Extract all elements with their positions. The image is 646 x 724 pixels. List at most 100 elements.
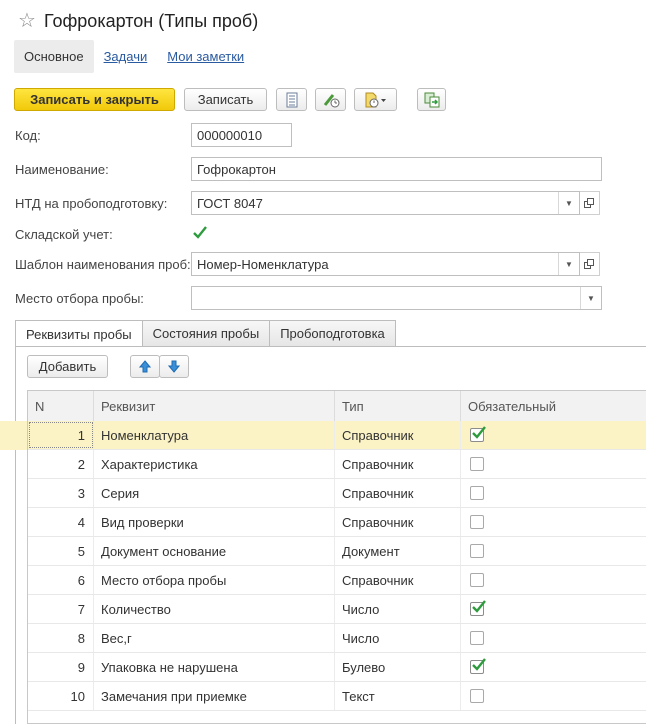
cell-n: 4: [28, 508, 94, 536]
detail-tabs: Реквизиты пробы Состояния пробы Пробопод…: [15, 320, 396, 347]
table-row[interactable]: 10 Замечания при приемке Текст: [28, 682, 646, 711]
required-checkbox[interactable]: [470, 689, 484, 703]
code-value: 000000010: [197, 127, 263, 143]
create-based-on-icon: [424, 92, 439, 107]
col-n[interactable]: N: [28, 391, 94, 421]
name-field[interactable]: Гофрокартон: [191, 157, 602, 181]
table-row[interactable]: 3 Серия Справочник: [28, 479, 646, 508]
page-title: Гофрокартон (Типы проб): [43, 10, 259, 31]
focused-cell-frame: [29, 422, 93, 448]
required-checkbox[interactable]: [470, 600, 486, 616]
ntd-value: ГОСТ 8047: [197, 195, 263, 211]
cell-requisite: Номенклатура: [94, 421, 335, 449]
tab-divider: [15, 346, 646, 347]
report-menu-button[interactable]: [354, 88, 397, 111]
selected-row-marker: [0, 421, 27, 450]
star-icon[interactable]: ☆: [18, 11, 36, 31]
open-icon: [584, 258, 594, 269]
name-label: Наименование:: [15, 162, 109, 177]
cell-n: 2: [28, 450, 94, 478]
open-icon: [584, 197, 594, 208]
checkmark-icon: [472, 600, 486, 613]
chevron-down-icon[interactable]: ▼: [558, 253, 579, 275]
ntd-label: НТД на пробоподготовку:: [15, 196, 168, 211]
cell-requisite: Вид проверки: [94, 508, 335, 536]
cell-type: Документ: [335, 537, 461, 565]
section-tabs: Основное Задачи Мои заметки: [14, 40, 254, 73]
table-row[interactable]: 2 Характеристика Справочник: [28, 450, 646, 479]
cell-requisite: Упаковка не нарушена: [94, 653, 335, 681]
template-label: Шаблон наименования проб:: [15, 257, 191, 272]
table-row[interactable]: 4 Вид проверки Справочник: [28, 508, 646, 537]
required-checkbox[interactable]: [470, 658, 486, 674]
tab-tasks[interactable]: Задачи: [94, 40, 158, 73]
table-row[interactable]: 8 Вес,г Число: [28, 624, 646, 653]
cell-type: Справочник: [335, 566, 461, 594]
checkmark-icon: [472, 658, 486, 671]
cell-type: Справочник: [335, 450, 461, 478]
cell-requisite: Место отбора пробы: [94, 566, 335, 594]
required-checkbox[interactable]: [470, 631, 484, 645]
cell-requisite: Серия: [94, 479, 335, 507]
arrow-up-icon: [139, 360, 151, 373]
required-checkbox[interactable]: [470, 486, 484, 500]
tab-states[interactable]: Состояния пробы: [141, 320, 271, 346]
col-type[interactable]: Тип: [335, 391, 461, 421]
code-field[interactable]: 000000010: [191, 123, 292, 147]
cell-requisite: Документ основание: [94, 537, 335, 565]
save-button[interactable]: Записать: [184, 88, 267, 111]
chevron-down-icon[interactable]: ▼: [558, 192, 579, 214]
add-button[interactable]: Добавить: [27, 355, 108, 378]
save-and-close-button[interactable]: Записать и закрыть: [14, 88, 175, 111]
edit-button[interactable]: [315, 88, 346, 111]
ntd-open-button[interactable]: [580, 191, 600, 215]
ntd-field[interactable]: ГОСТ 8047 ▼: [191, 191, 580, 215]
col-requisite[interactable]: Реквизит: [94, 391, 335, 421]
table-row[interactable]: 5 Документ основание Документ: [28, 537, 646, 566]
cell-type: Справочник: [335, 421, 461, 449]
table-row[interactable]: 9 Упаковка не нарушена Булево: [28, 653, 646, 682]
cell-requisite: Вес,г: [94, 624, 335, 652]
place-field[interactable]: ▼: [191, 286, 602, 310]
table-row[interactable]: 6 Место отбора пробы Справочник: [28, 566, 646, 595]
chevron-down-icon[interactable]: ▼: [580, 287, 601, 309]
required-checkbox[interactable]: [470, 457, 484, 471]
cell-n: 8: [28, 624, 94, 652]
cell-n: 7: [28, 595, 94, 623]
cell-type: Число: [335, 624, 461, 652]
stock-label: Складской учет:: [15, 227, 113, 242]
move-up-button[interactable]: [130, 355, 160, 378]
checkmark-icon: [472, 426, 486, 439]
table-row[interactable]: 7 Количество Число: [28, 595, 646, 624]
cell-requisite: Количество: [94, 595, 335, 623]
cell-requisite: Замечания при приемке: [94, 682, 335, 710]
tab-notes[interactable]: Мои заметки: [157, 40, 254, 73]
col-required[interactable]: Обязательный: [461, 391, 646, 421]
required-checkbox[interactable]: [470, 515, 484, 529]
stock-checkbox[interactable]: [192, 225, 208, 241]
pencil-clock-icon: [323, 93, 339, 107]
document-list-button[interactable]: [276, 88, 307, 111]
required-checkbox[interactable]: [470, 544, 484, 558]
tab-preparation[interactable]: Пробоподготовка: [269, 320, 396, 346]
cell-type: Число: [335, 595, 461, 623]
table-row[interactable]: 1 Номенклатура Справочник: [28, 421, 646, 450]
template-field[interactable]: Номер-Номенклатура ▼: [191, 252, 580, 276]
cell-n: 10: [28, 682, 94, 710]
cell-type: Текст: [335, 682, 461, 710]
move-down-button[interactable]: [159, 355, 189, 378]
cell-type: Справочник: [335, 479, 461, 507]
place-label: Место отбора пробы:: [15, 291, 144, 306]
required-checkbox[interactable]: [470, 426, 486, 442]
template-open-button[interactable]: [580, 252, 600, 276]
cell-type: Справочник: [335, 508, 461, 536]
template-value: Номер-Номенклатура: [197, 256, 329, 272]
tab-main[interactable]: Основное: [14, 40, 94, 73]
table-header: N Реквизит Тип Обязательный: [28, 391, 646, 422]
cell-n: 6: [28, 566, 94, 594]
panel-border: [15, 346, 16, 724]
tab-requisites[interactable]: Реквизиты пробы: [15, 320, 143, 347]
required-checkbox[interactable]: [470, 573, 484, 587]
generate-button[interactable]: [417, 88, 446, 111]
code-label: Код:: [15, 128, 41, 143]
